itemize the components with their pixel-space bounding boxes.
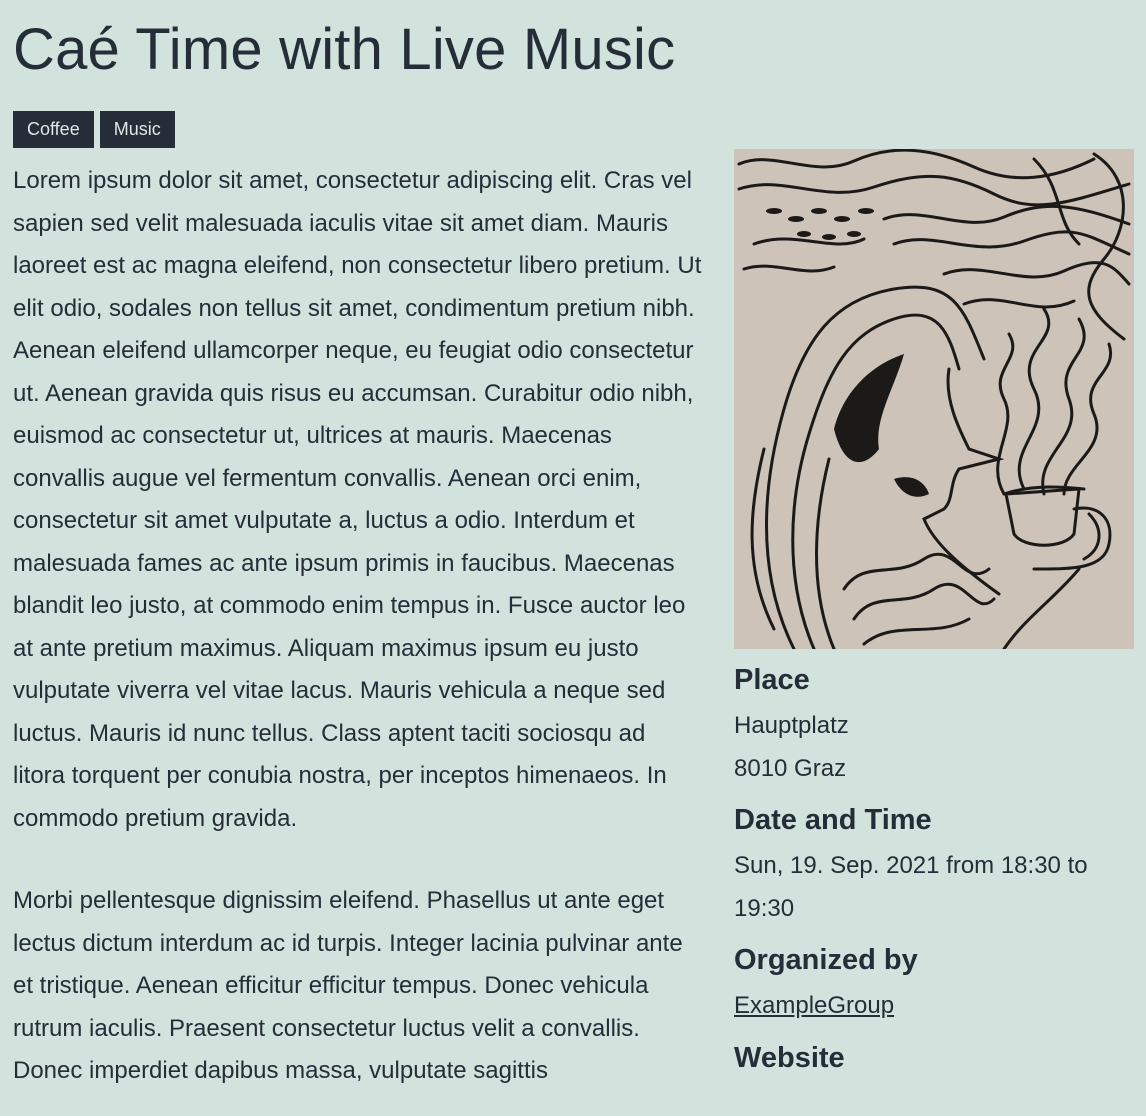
organizer-link[interactable]: ExampleGroup	[734, 992, 894, 1019]
datetime-value: Sun, 19. Sep. 2021 from 18:30 to 19:30	[734, 852, 1088, 922]
page-title: Caé Time with Live Music	[13, 17, 676, 82]
datetime-section: Date and Time Sun, 19. Sep. 2021 from 18…	[734, 800, 1134, 930]
place-section: Place Hauptplatz 8010 Graz	[734, 660, 1134, 790]
organizer-section: Organized by ExampleGroup	[734, 940, 1134, 1028]
place-city: 8010 Graz	[734, 754, 847, 782]
place-heading: Place	[734, 664, 810, 696]
event-sidebar: Place Hauptplatz 8010 Graz Date and Time…	[734, 149, 1134, 1078]
website-section: Website	[734, 1038, 1134, 1078]
place-street: Hauptplatz	[734, 712, 849, 739]
organizer-heading: Organized by	[734, 944, 918, 976]
tag-list: Coffee Music	[13, 111, 175, 148]
website-heading: Website	[734, 1041, 845, 1074]
description-paragraph: Lorem ipsum dolor sit amet, consectetur …	[13, 167, 702, 832]
datetime-heading: Date and Time	[734, 804, 932, 836]
tag-music[interactable]: Music	[99, 111, 175, 148]
event-description: Lorem ipsum dolor sit amet, consectetur …	[13, 160, 703, 1116]
tag-coffee[interactable]: Coffee	[13, 111, 94, 148]
description-paragraph: Morbi pellentesque dignissim eleifend. P…	[13, 887, 683, 1084]
event-image	[734, 149, 1134, 649]
